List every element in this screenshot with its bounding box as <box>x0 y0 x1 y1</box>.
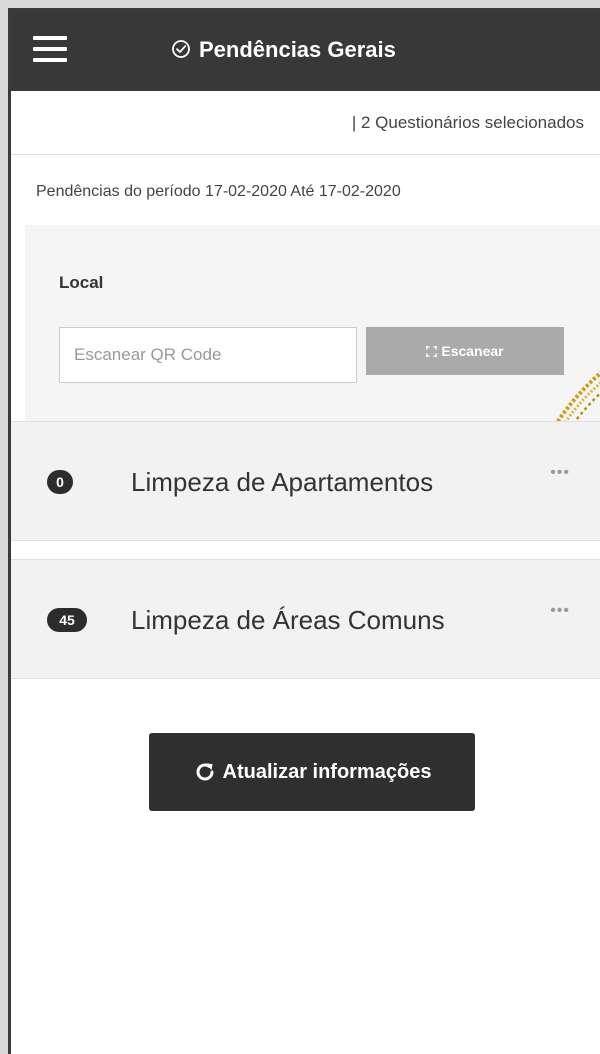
page-title-text: Pendências Gerais <box>199 37 396 62</box>
list-item[interactable]: 45 Limpeza de Áreas Comuns ••• <box>11 559 600 679</box>
scan-button-label: Escanear <box>441 343 504 359</box>
update-button-label: Atualizar informações <box>222 760 432 783</box>
check-circle-icon <box>172 40 190 58</box>
local-panel: Local Escanear <box>25 225 600 421</box>
local-label: Local <box>59 273 104 292</box>
more-options-icon[interactable]: ••• <box>550 602 570 620</box>
update-information-button[interactable]: Atualizar informações <box>149 733 475 811</box>
period-range-text: Pendências do período 17-02-2020 Até 17-… <box>36 183 401 200</box>
pending-count-badge: 45 <box>47 608 87 632</box>
qr-scan-icon <box>426 345 438 357</box>
list-item[interactable]: 0 Limpeza de Apartamentos ••• <box>11 421 600 541</box>
hamburger-menu-icon[interactable] <box>33 36 67 62</box>
refresh-icon <box>196 763 214 781</box>
selection-bar: | 2 Questionários selecionados <box>11 91 600 155</box>
pending-count-badge: 0 <box>47 470 73 494</box>
list-item-title: Limpeza de Áreas Comuns <box>131 605 445 635</box>
app-header: Pendências Gerais <box>11 11 600 91</box>
more-options-icon[interactable]: ••• <box>550 464 570 482</box>
selected-questionnaires-count: | 2 Questionários selecionados <box>351 113 584 132</box>
app-screen: Pendências Gerais | 2 Questionários sele… <box>8 8 600 1054</box>
list-item-title: Limpeza de Apartamentos <box>131 467 434 497</box>
qr-code-input[interactable] <box>59 327 357 383</box>
page-title: Pendências Gerais <box>171 37 396 63</box>
